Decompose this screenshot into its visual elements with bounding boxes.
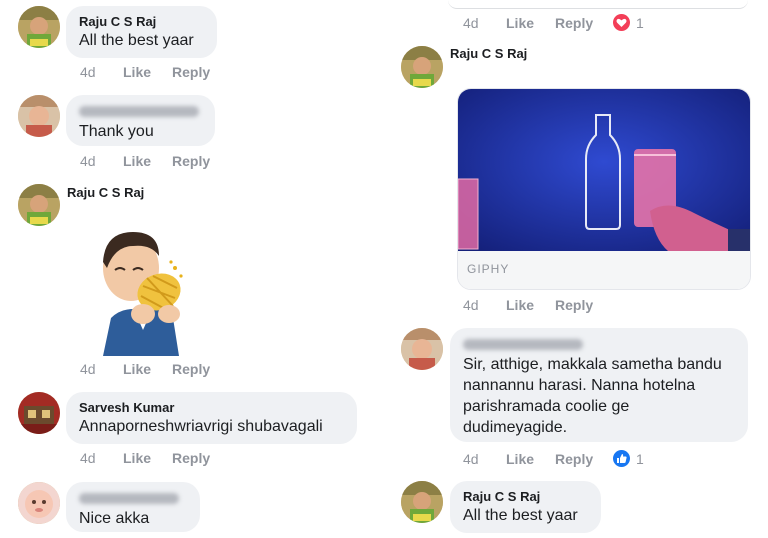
timestamp[interactable]: 4d bbox=[80, 450, 123, 466]
avatar[interactable] bbox=[401, 46, 443, 88]
reaction-count-value: 1 bbox=[636, 14, 644, 31]
thumbs-up-icon bbox=[613, 450, 630, 467]
comment-text-line: parishramada coolie ge bbox=[463, 398, 630, 415]
eating-sticker[interactable] bbox=[93, 226, 193, 356]
comment-text-line: nannannu harasi. Nanna hotelna bbox=[463, 377, 696, 394]
reply-button[interactable]: Reply bbox=[555, 297, 593, 313]
like-button[interactable]: Like bbox=[123, 153, 172, 169]
reply-button[interactable]: Reply bbox=[555, 15, 593, 31]
commenter-name[interactable]: Raju C S Raj bbox=[67, 185, 144, 200]
avatar[interactable] bbox=[18, 95, 60, 137]
previous-comment-bubble-edge bbox=[448, 0, 748, 9]
like-button[interactable]: Like bbox=[506, 451, 555, 467]
comment-actions: 4d Like Reply bbox=[463, 297, 593, 313]
giphy-image bbox=[458, 89, 750, 251]
comment-actions: 4d Like Reply bbox=[463, 15, 593, 31]
commenter-name[interactable]: Raju C S Raj bbox=[79, 13, 204, 30]
avatar[interactable] bbox=[401, 481, 443, 523]
commenter-name-blurred[interactable] bbox=[79, 106, 199, 117]
like-button[interactable]: Like bbox=[123, 450, 172, 466]
reaction-count[interactable]: 1 bbox=[613, 450, 644, 467]
comment-text: Thank you bbox=[79, 123, 154, 140]
reaction-count-value: 1 bbox=[636, 450, 644, 467]
avatar[interactable] bbox=[401, 328, 443, 370]
timestamp[interactable]: 4d bbox=[463, 451, 506, 467]
comment-text-line: dudimeyagide. bbox=[463, 419, 568, 436]
commenter-name-blurred[interactable] bbox=[463, 339, 583, 350]
like-button[interactable]: Like bbox=[123, 361, 172, 377]
comment-bubble: Sir, atthige, makkala sametha bandu nann… bbox=[450, 328, 748, 442]
timestamp[interactable]: 4d bbox=[463, 15, 506, 31]
reply-button[interactable]: Reply bbox=[172, 64, 210, 80]
reply-button[interactable]: Reply bbox=[555, 451, 593, 467]
comment-text: Annaporneshwriavrigi shubavagali bbox=[79, 418, 323, 435]
like-button[interactable]: Like bbox=[123, 64, 172, 80]
comment-text: All the best yaar bbox=[79, 32, 194, 49]
comment-text-line: Sir, atthige, makkala sametha bandu bbox=[463, 356, 722, 373]
comment-text: Nice akka bbox=[79, 510, 150, 527]
reply-button[interactable]: Reply bbox=[172, 153, 210, 169]
commenter-name[interactable]: Sarvesh Kumar bbox=[79, 399, 344, 416]
timestamp[interactable]: 4d bbox=[80, 153, 123, 169]
comment-actions: 4d Like Reply bbox=[80, 153, 210, 169]
comment-bubble: Sarvesh Kumar Annaporneshwriavrigi shuba… bbox=[66, 392, 357, 444]
love-icon bbox=[613, 14, 630, 31]
comment-bubble: Raju C S Raj All the best yaar bbox=[450, 481, 601, 533]
reply-button[interactable]: Reply bbox=[172, 450, 210, 466]
comment-bubble: Thank you bbox=[66, 95, 215, 146]
comment-actions: 4d Like Reply bbox=[80, 450, 210, 466]
comment-actions: 4d Like Reply bbox=[80, 361, 210, 377]
comment-actions: 4d Like Reply bbox=[80, 64, 210, 80]
avatar[interactable] bbox=[18, 184, 60, 226]
timestamp[interactable]: 4d bbox=[80, 361, 123, 377]
avatar[interactable] bbox=[18, 6, 60, 48]
like-button[interactable]: Like bbox=[506, 297, 555, 313]
reply-button[interactable]: Reply bbox=[172, 361, 210, 377]
commenter-name[interactable]: Raju C S Raj bbox=[463, 488, 588, 505]
reaction-count[interactable]: 1 bbox=[613, 14, 644, 31]
timestamp[interactable]: 4d bbox=[463, 297, 506, 313]
comment-text: All the best yaar bbox=[463, 507, 578, 524]
avatar[interactable] bbox=[18, 482, 60, 524]
giphy-attachment[interactable]: GIPHY bbox=[457, 88, 751, 290]
like-button[interactable]: Like bbox=[506, 15, 555, 31]
giphy-source-label: GIPHY bbox=[458, 251, 750, 289]
avatar[interactable] bbox=[18, 392, 60, 434]
comment-bubble: Nice akka bbox=[66, 482, 200, 532]
comment-bubble: Raju C S Raj All the best yaar bbox=[66, 6, 217, 58]
commenter-name[interactable]: Raju C S Raj bbox=[450, 46, 527, 61]
comment-actions: 4d Like Reply bbox=[463, 451, 593, 467]
commenter-name-blurred[interactable] bbox=[79, 493, 179, 504]
timestamp[interactable]: 4d bbox=[80, 64, 123, 80]
left-comment-column: Raju C S Raj All the best yaar 4d Like Rep… bbox=[0, 0, 384, 538]
